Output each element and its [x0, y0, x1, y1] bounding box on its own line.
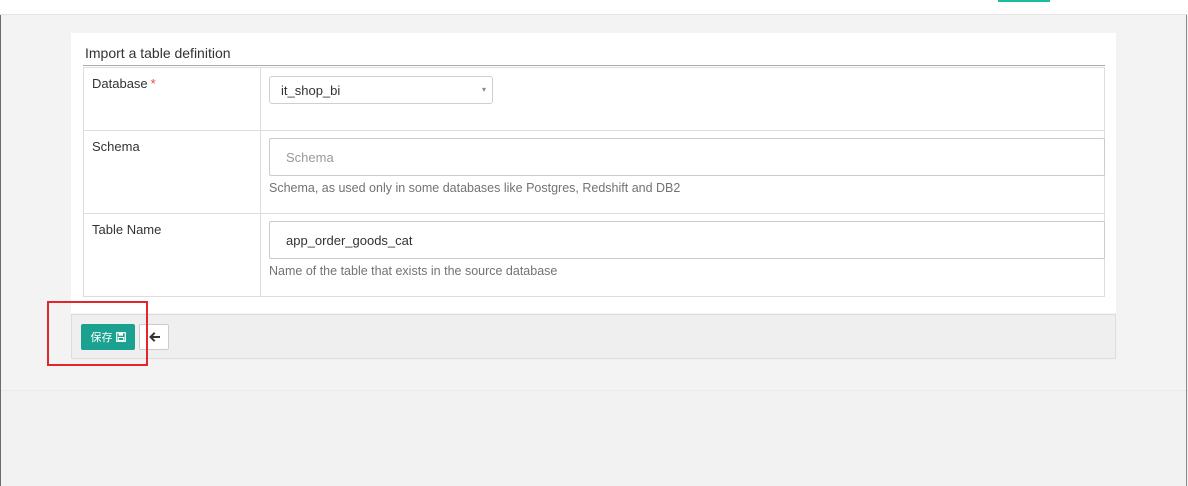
chevron-down-icon: ▾ — [481, 85, 486, 94]
database-select-value: it_shop_bi — [281, 83, 341, 98]
database-label-cell: Database * — [83, 67, 261, 131]
form-row-database: Database * it_shop_bi ▾ — [83, 67, 1105, 131]
table-name-input[interactable]: app_order_goods_cat — [269, 221, 1105, 259]
active-tab-indicator[interactable] — [998, 0, 1050, 2]
schema-field-cell: Schema Schema, as used only in some data… — [260, 130, 1105, 214]
table-name-label: Table Name — [92, 222, 162, 237]
form-row-schema: Schema Schema Schema, as used only in so… — [83, 130, 1105, 214]
highlight-annotation-box — [47, 301, 148, 366]
table-name-help-text: Name of the table that exists in the sou… — [269, 264, 558, 278]
database-label: Database — [92, 76, 148, 91]
window-edge-right — [1186, 15, 1187, 486]
form-actions-bar: 保存 — [71, 314, 1116, 359]
schema-label-cell: Schema — [83, 130, 261, 214]
form-row-table-name: Table Name app_order_goods_cat Name of t… — [83, 213, 1105, 297]
schema-placeholder: Schema — [286, 150, 334, 165]
panel-title: Import a table definition — [85, 45, 231, 61]
top-bar — [0, 0, 1188, 15]
window-edge-left — [0, 15, 1, 486]
table-name-value: app_order_goods_cat — [286, 233, 413, 248]
database-field-cell: it_shop_bi ▾ — [260, 67, 1105, 131]
required-marker: * — [150, 76, 156, 91]
schema-help-text: Schema, as used only in some databases l… — [269, 181, 681, 195]
import-table-panel: Import a table definition Database * it_s… — [71, 33, 1116, 313]
database-select[interactable]: it_shop_bi ▾ — [269, 76, 493, 104]
table-name-label-cell: Table Name — [83, 213, 261, 297]
schema-label: Schema — [92, 139, 140, 154]
title-divider — [83, 65, 1105, 66]
schema-input[interactable]: Schema — [269, 138, 1105, 176]
table-name-field-cell: app_order_goods_cat Name of the table th… — [260, 213, 1105, 297]
arrow-left-icon — [148, 332, 160, 342]
form-table: Database * it_shop_bi ▾ Schema Schema Sch… — [83, 67, 1105, 297]
